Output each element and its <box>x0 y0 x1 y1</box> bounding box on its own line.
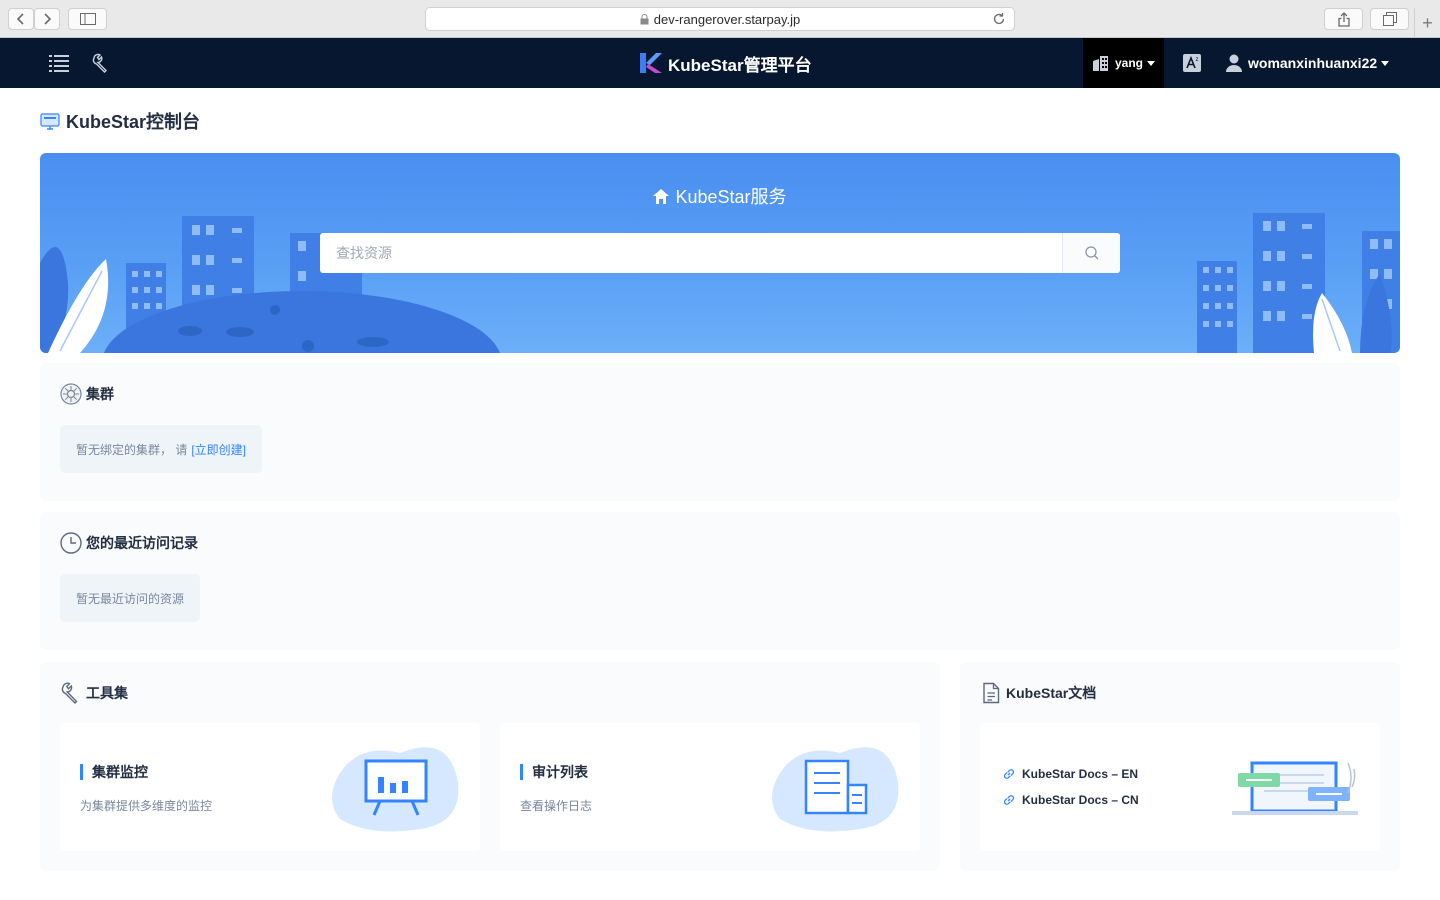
tool-card-audit[interactable]: 审计列表 查看操作日志 <box>500 723 920 851</box>
docs-laptop-illustration <box>1232 761 1358 815</box>
share-button[interactable] <box>1324 8 1363 30</box>
reload-icon[interactable] <box>992 12 1006 26</box>
docs-link-en[interactable]: KubeStar Docs – EN <box>1002 766 1138 782</box>
docs-link-text: KubeStar Docs – EN <box>1022 767 1139 781</box>
banner-title: KubeStar服务 <box>40 183 1400 209</box>
search-button[interactable] <box>1062 233 1120 273</box>
workspace-selector[interactable]: yang <box>1083 38 1164 88</box>
lock-icon <box>640 13 649 24</box>
cluster-icon <box>60 383 82 405</box>
page-title-text: KubeStar控制台 <box>66 112 201 132</box>
clusters-panel: 集群 暂无绑定的集群， 请 [立即创建] <box>40 363 1400 501</box>
recent-empty-text: 暂无最近访问的资源 <box>76 591 185 606</box>
wrench-icon <box>92 53 107 73</box>
docs-card: KubeStar Docs – EN KubeStar Docs – CN <box>980 723 1380 851</box>
console-icon <box>40 113 60 130</box>
docs-panel: KubeStar文档 KubeStar Docs – EN KubeStar D… <box>960 662 1400 871</box>
tabs-button[interactable] <box>1370 8 1409 30</box>
caret-down-icon <box>1381 60 1390 66</box>
recent-empty-note: 暂无最近访问的资源 <box>60 574 201 622</box>
service-banner: KubeStar服务 <box>40 153 1400 353</box>
link-icon <box>1003 795 1015 805</box>
audit-document-icon <box>772 747 899 832</box>
language-button[interactable]: z <box>1181 52 1203 74</box>
address-bar[interactable]: dev-rangerover.starpay.jp <box>425 7 1015 31</box>
kubestar-logo-icon <box>640 53 662 73</box>
svg-text:z: z <box>1196 57 1199 63</box>
clusters-header: 集群 <box>60 383 114 405</box>
clock-icon <box>60 532 82 554</box>
create-cluster-link[interactable]: [立即创建] <box>191 441 246 458</box>
browser-toolbar: dev-rangerover.starpay.jp + <box>0 0 1440 38</box>
translate-icon: z <box>1183 54 1201 72</box>
brand-name: KubeStar管理平台 <box>668 55 812 75</box>
tools-button[interactable] <box>89 51 113 75</box>
menu-button[interactable] <box>47 51 71 75</box>
monitor-board-icon <box>332 747 459 832</box>
share-icon <box>1337 11 1350 27</box>
home-icon <box>653 188 670 204</box>
link-icon <box>1003 769 1015 779</box>
page-title: KubeStar控制台 <box>40 110 200 132</box>
docs-title: KubeStar文档 <box>1006 685 1097 701</box>
chevron-left-icon <box>16 13 24 25</box>
search-input[interactable] <box>320 233 1062 273</box>
document-icon <box>983 682 1000 704</box>
tool-desc: 为集群提供多维度的监控 <box>80 799 213 813</box>
recent-panel: 您的最近访问记录 暂无最近访问的资源 <box>40 512 1400 650</box>
tabs-icon <box>1382 12 1397 26</box>
caret-down-icon <box>1147 60 1155 66</box>
building-icon <box>1092 56 1108 71</box>
chevron-right-icon <box>44 13 52 25</box>
workspace-name: yang <box>1114 56 1143 70</box>
tool-title: 审计列表 <box>520 764 588 780</box>
clusters-empty-note: 暂无绑定的集群， 请 [立即创建] <box>60 425 263 473</box>
recent-title: 您的最近访问记录 <box>86 535 198 551</box>
resource-search <box>320 233 1120 273</box>
docs-link-cn[interactable]: KubeStar Docs – CN <box>1002 792 1139 808</box>
tool-title: 集群监控 <box>80 764 148 780</box>
back-button[interactable] <box>8 8 34 30</box>
tool-card-monitoring[interactable]: 集群监控 为集群提供多维度的监控 <box>60 723 480 851</box>
docs-header: KubeStar文档 <box>980 682 1096 704</box>
new-tab-button[interactable]: + <box>1414 8 1440 38</box>
sidebar-toggle-button[interactable] <box>68 8 107 30</box>
user-menu[interactable]: womanxinhuanxi22 <box>1226 52 1390 74</box>
username: womanxinhuanxi22 <box>1248 55 1378 71</box>
tools-header: 工具集 <box>60 682 128 704</box>
sidebar-icon <box>79 13 96 25</box>
docs-link-text: KubeStar Docs – CN <box>1022 793 1139 807</box>
tool-desc: 查看操作日志 <box>520 799 593 813</box>
tools-title: 工具集 <box>86 685 128 701</box>
list-icon <box>49 55 69 72</box>
brand[interactable]: KubeStar管理平台 <box>638 51 812 75</box>
plus-icon: + <box>1422 12 1433 33</box>
banner-title-text: KubeStar服务 <box>675 187 787 207</box>
tools-panel: 工具集 集群监控 为集群提供多维度的监控 审计列表 查看操作日志 <box>40 662 940 871</box>
url-text: dev-rangerover.starpay.jp <box>653 11 801 27</box>
clusters-title: 集群 <box>86 386 114 402</box>
recent-header: 您的最近访问记录 <box>60 532 198 554</box>
search-icon <box>1084 246 1098 260</box>
forward-button[interactable] <box>34 8 60 30</box>
user-icon <box>1226 54 1242 72</box>
top-navigation: KubeStar管理平台 yang z womanxinhuanxi22 <box>0 38 1440 88</box>
tools-icon <box>61 682 78 704</box>
clusters-empty-text: 暂无绑定的集群， 请 <box>76 442 188 457</box>
